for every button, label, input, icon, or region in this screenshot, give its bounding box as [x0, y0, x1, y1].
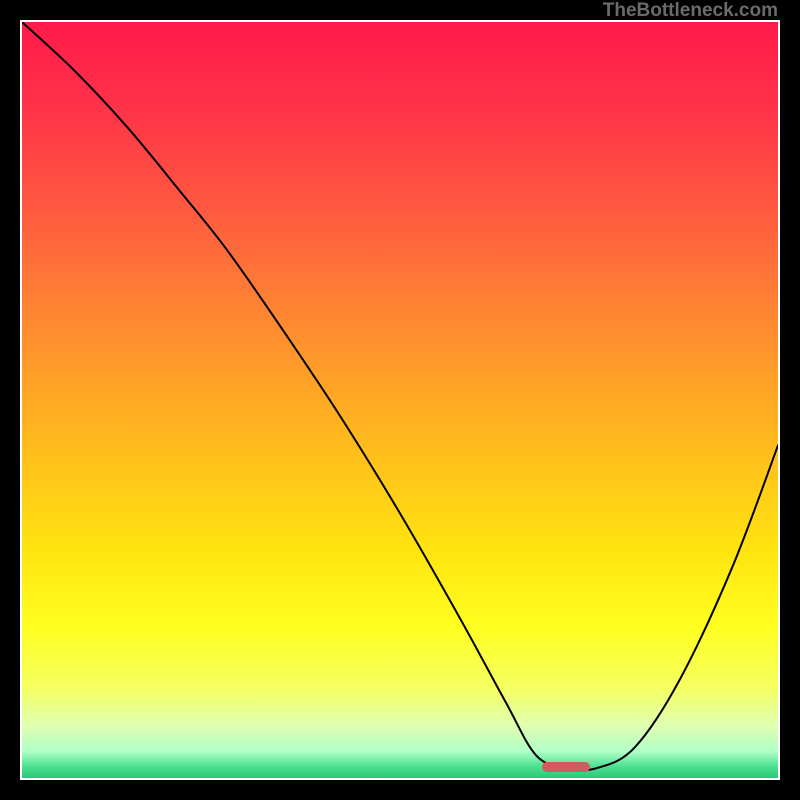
curve-layer — [22, 22, 778, 778]
bottleneck-curve — [22, 22, 778, 770]
plot-area — [22, 22, 778, 778]
watermark-text: TheBottleneck.com — [603, 0, 778, 22]
optimal-marker — [542, 762, 590, 772]
